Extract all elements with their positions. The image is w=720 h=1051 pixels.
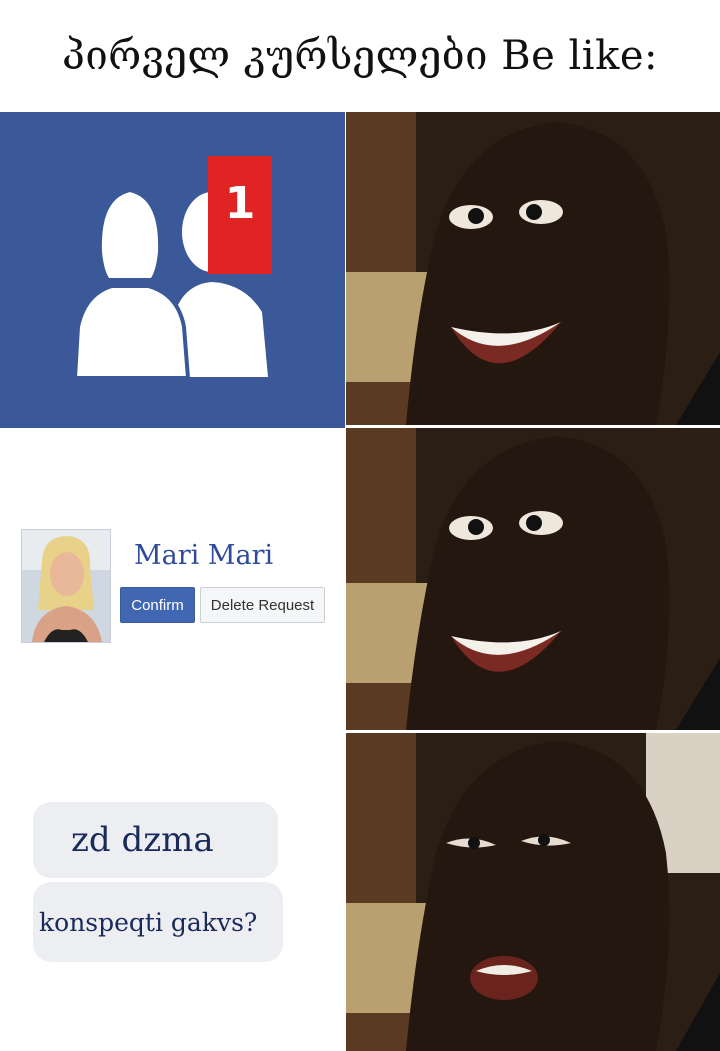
message-text: zd dzma [71, 820, 214, 860]
reaction-photo-disappointed [346, 733, 720, 1051]
reaction-photo-happy [346, 428, 720, 730]
friends-silhouette-icon [72, 187, 268, 380]
message-text: konspeqti gakvs? [39, 907, 258, 937]
reaction-photo-happy [346, 112, 720, 425]
column-divider [345, 112, 346, 1051]
message-bubble: zd dzma [33, 802, 278, 878]
delete-request-button[interactable]: Delete Request [200, 587, 325, 623]
message-bubble: konspeqti gakvs? [33, 882, 283, 962]
notification-badge: 1 [208, 156, 272, 274]
friend-requests-panel: 1 [0, 112, 345, 428]
requester-name[interactable]: Mari Mari [134, 540, 273, 571]
meme-title: პირველ კურსელები Be like: [62, 33, 658, 79]
avatar [21, 529, 111, 643]
confirm-button[interactable]: Confirm [120, 587, 195, 623]
